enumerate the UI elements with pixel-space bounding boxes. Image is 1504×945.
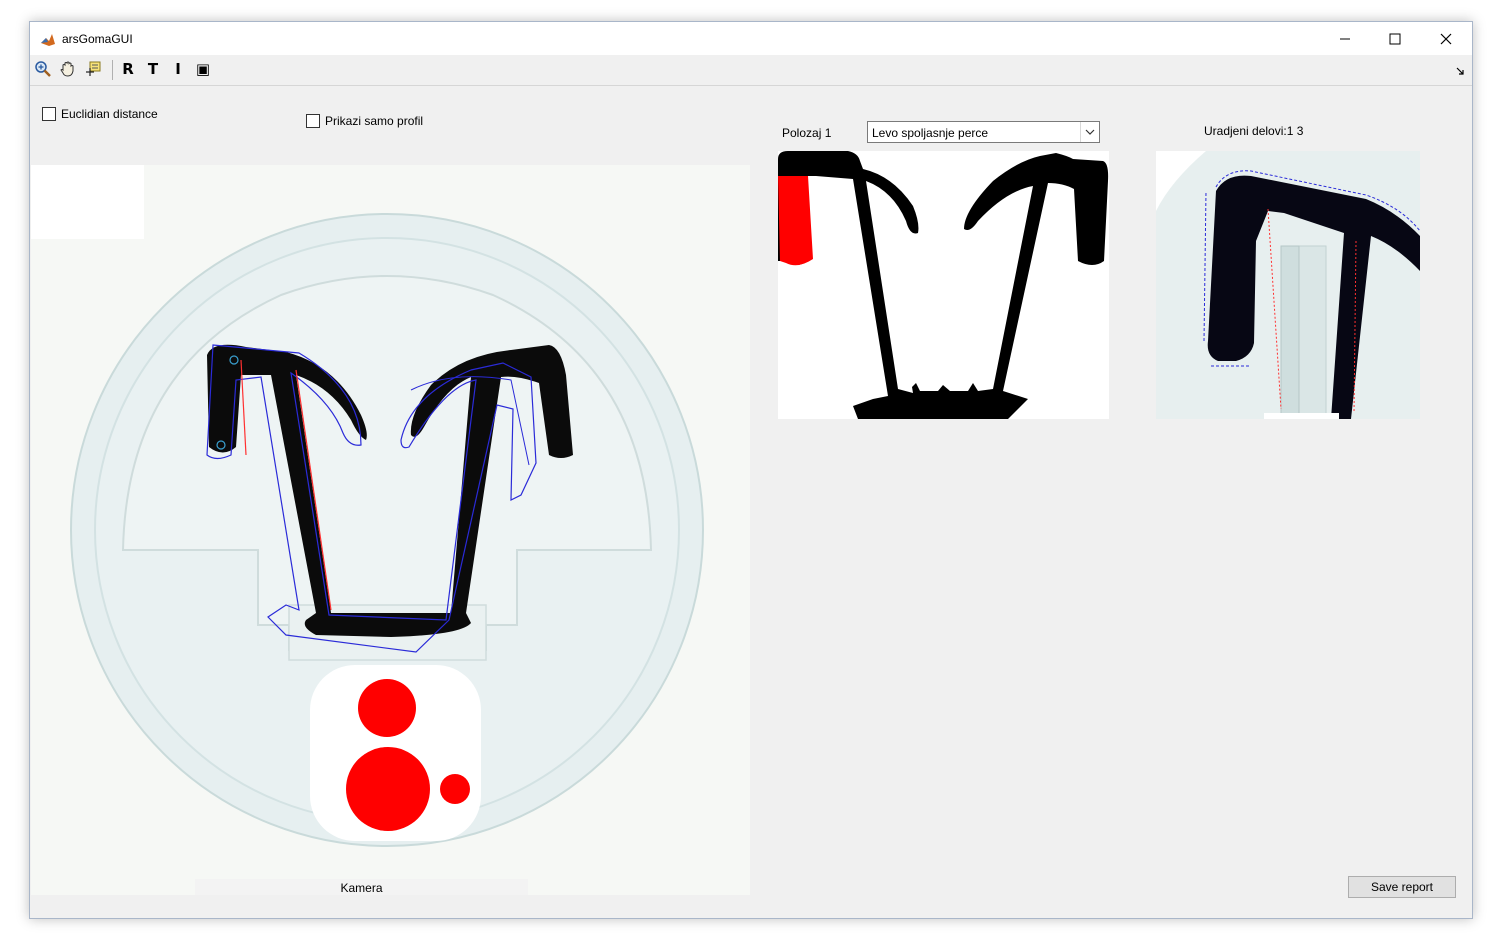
toolbar-overflow-icon[interactable] <box>1456 67 1464 75</box>
polozaj-selected-value: Levo spoljasnje perce <box>872 126 989 140</box>
dropdown-arrow[interactable] <box>1080 122 1099 142</box>
camera-image <box>31 165 750 895</box>
camera-label: Kamera <box>340 881 383 895</box>
profile-image <box>778 151 1109 419</box>
tool-t-button[interactable]: T <box>142 58 164 80</box>
tool-r-button[interactable]: R <box>117 58 139 80</box>
polozaj-dropdown[interactable]: Levo spoljasnje perce <box>867 121 1100 143</box>
title-bar: arsGomaGUI <box>30 22 1472 55</box>
app-window: arsGomaGUI R T I ▣ Euclidian distance Pr… <box>29 21 1473 919</box>
tool-i-button[interactable]: I <box>167 58 189 80</box>
cropped-camera-view[interactable] <box>1156 151 1420 419</box>
content-area: Euclidian distance Prikazi samo profil P… <box>30 86 1472 918</box>
zoom-in-icon <box>35 61 51 77</box>
data-cursor-icon <box>86 61 101 76</box>
polozaj-label: Polozaj 1 <box>782 126 832 140</box>
window-title: arsGomaGUI <box>62 32 133 46</box>
cropped-image <box>1156 151 1420 419</box>
minimize-button[interactable] <box>1320 22 1370 55</box>
euclidian-label: Euclidian distance <box>61 107 158 121</box>
tool-square-button[interactable]: ▣ <box>192 58 214 80</box>
close-icon <box>1440 33 1452 44</box>
toolbar: R T I ▣ <box>30 55 1472 86</box>
close-button[interactable] <box>1421 22 1471 55</box>
pan-hand-icon <box>60 61 74 77</box>
zoom-in-button[interactable] <box>32 58 54 80</box>
profil-checkbox[interactable] <box>306 114 320 128</box>
matlab-logo-icon <box>40 32 56 48</box>
maximize-icon <box>1389 33 1401 44</box>
minimize-icon <box>1340 38 1350 39</box>
uradjeni-label: Uradjeni delovi:1 3 <box>1204 124 1304 138</box>
euclidian-checkbox-row[interactable]: Euclidian distance <box>42 107 158 121</box>
chevron-down-icon <box>1085 129 1095 135</box>
maximize-button[interactable] <box>1370 22 1420 55</box>
toolbar-separator <box>112 60 113 80</box>
profil-label: Prikazi samo profil <box>325 114 424 128</box>
data-cursor-button[interactable] <box>82 58 104 80</box>
pan-button[interactable] <box>57 58 79 80</box>
camera-view[interactable] <box>31 165 750 895</box>
profile-reference-view[interactable] <box>778 151 1109 419</box>
euclidian-checkbox[interactable] <box>42 107 56 121</box>
save-report-button[interactable]: Save report <box>1348 876 1456 898</box>
profil-checkbox-row[interactable]: Prikazi samo profil <box>306 114 423 128</box>
